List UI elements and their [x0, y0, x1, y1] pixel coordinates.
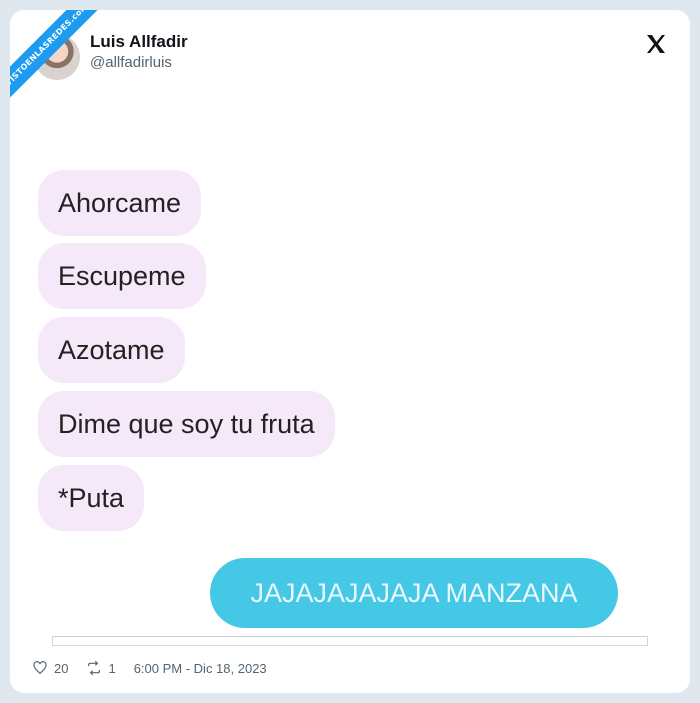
- message-bubble: Ahorcame: [38, 170, 202, 236]
- like-count: 20: [54, 660, 69, 676]
- divider: [52, 636, 648, 646]
- heart-icon[interactable]: [32, 660, 48, 676]
- timestamp[interactable]: 6:00 PM - Dic 18, 2023: [134, 661, 267, 676]
- message-bubble: Azotame: [38, 317, 185, 383]
- x-logo-icon[interactable]: [644, 32, 668, 56]
- retweet-count: 1: [108, 660, 116, 676]
- message-bubble: Escupeme: [38, 243, 206, 309]
- author-handle[interactable]: @allfadirluis: [90, 54, 172, 71]
- message-bubble: Dime que soy tu fruta: [38, 391, 335, 457]
- reply-bubble: JAJAJAJAJAJA MANZANA: [210, 558, 618, 628]
- tweet-card: VISTOENLASREDES.com Luis Allfadir @allfa…: [10, 10, 690, 693]
- retweet-icon[interactable]: [86, 660, 102, 676]
- tweet-footer: 20 1 6:00 PM - Dic 18, 2023: [32, 660, 267, 676]
- message-bubble: *Puta: [38, 465, 145, 531]
- author-name[interactable]: Luis Allfadir: [90, 32, 188, 52]
